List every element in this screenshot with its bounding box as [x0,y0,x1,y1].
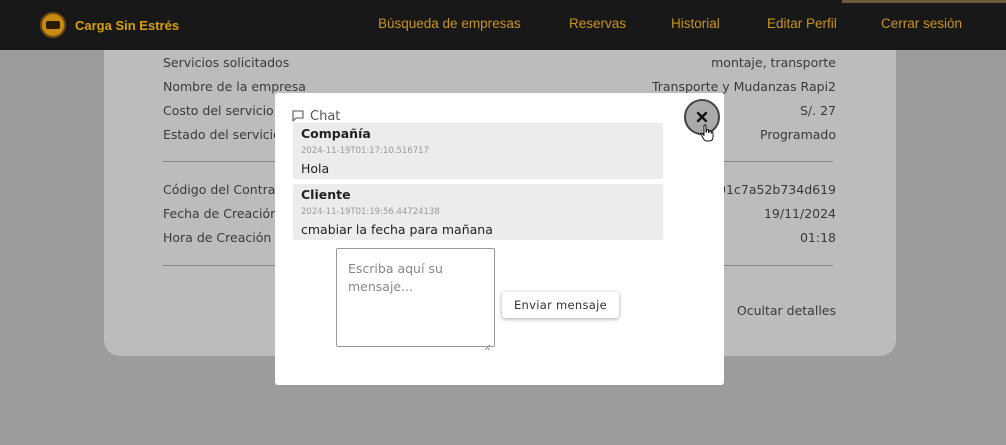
top-navbar: Carga Sin Estrés Búsqueda de empresas Re… [0,0,1006,50]
close-icon [696,111,708,123]
brand[interactable]: Carga Sin Estrés [40,11,179,39]
message-author: Cliente [301,187,351,202]
detail-value: montaje, transporte [711,55,836,70]
nav-cerrar-sesion[interactable]: Cerrar sesión [881,16,962,31]
detail-value: 01:18 [799,230,836,245]
chat-modal: Chat Compañía 2024-11-19T01:17:10.516717… [275,93,724,385]
detail-value: S/. 27 [800,103,836,118]
message-timestamp: 2024-11-19T01:17:10.516717 [301,146,429,156]
message-input-placeholder: Escriba aquí su mensaje... [348,261,443,294]
detail-label: Nombre de la empresa [163,79,306,94]
detail-label: Fecha de Creación [163,206,279,221]
detail-value: Transporte y Mudanzas Rapi2 [651,79,836,94]
brand-logo [40,12,66,38]
message-input[interactable]: Escriba aquí su mensaje... [336,248,495,351]
detail-label: Servicios solicitados [163,55,290,70]
message-timestamp: 2024-11-19T01:19:56.44724138 [301,207,440,217]
detail-label: Costo del servicio [163,103,274,118]
top-strip [842,0,1006,3]
chat-message: Compañía 2024-11-19T01:17:10.516717 Hola [293,123,663,179]
detail-label: Hora de Creación [163,230,272,245]
chat-title: Chat [310,109,341,124]
detail-value: Programado [760,127,836,142]
send-message-button[interactable]: Enviar mensaje [502,292,619,318]
detail-label: Código del Contrat [163,182,281,197]
nav-editar-perfil[interactable]: Editar Perfil [767,16,837,31]
nav-reservas[interactable]: Reservas [569,16,626,31]
nav-historial[interactable]: Historial [671,16,720,31]
message-text: Hola [301,161,330,176]
detail-label: Estado del servicio [163,127,281,142]
nav-busqueda-empresas[interactable]: Búsqueda de empresas [378,16,521,31]
resize-grip-icon[interactable] [484,336,491,351]
detail-value: 691c7a52b734d619 [710,182,836,197]
message-author: Compañía [301,126,371,141]
brand-name: Carga Sin Estrés [75,17,180,33]
message-text: cmabiar la fecha para mañana [301,222,493,237]
chat-message: Cliente 2024-11-19T01:19:56.44724138 cma… [293,184,663,240]
hand-cursor-icon [700,124,714,146]
hide-details-link[interactable]: Ocultar detalles [737,303,836,318]
detail-value: 19/11/2024 [763,206,836,221]
